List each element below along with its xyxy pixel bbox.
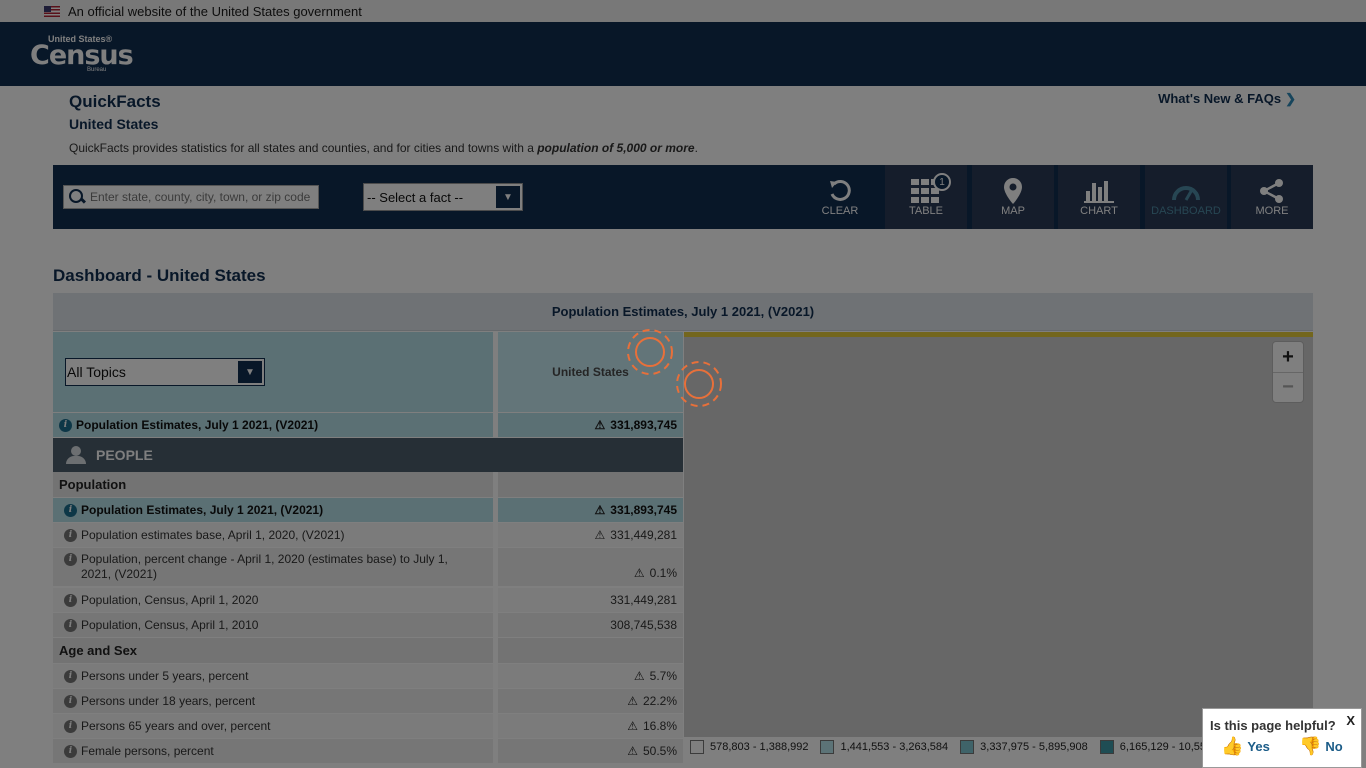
feedback-widget: Is this page helpful? X 👍 Yes 👎 No [1202,708,1362,768]
feedback-yes-label: Yes [1247,739,1270,754]
feedback-question: Is this page helpful? [1210,718,1336,733]
feedback-yes-button[interactable]: 👍 Yes [1221,736,1270,757]
loading-gears-icon [627,329,722,407]
close-icon[interactable]: X [1346,713,1355,728]
feedback-no-button[interactable]: 👎 No [1299,736,1343,757]
thumbs-up-icon: 👍 [1221,736,1244,756]
thumbs-down-icon: 👎 [1299,736,1322,756]
feedback-no-label: No [1325,739,1343,754]
